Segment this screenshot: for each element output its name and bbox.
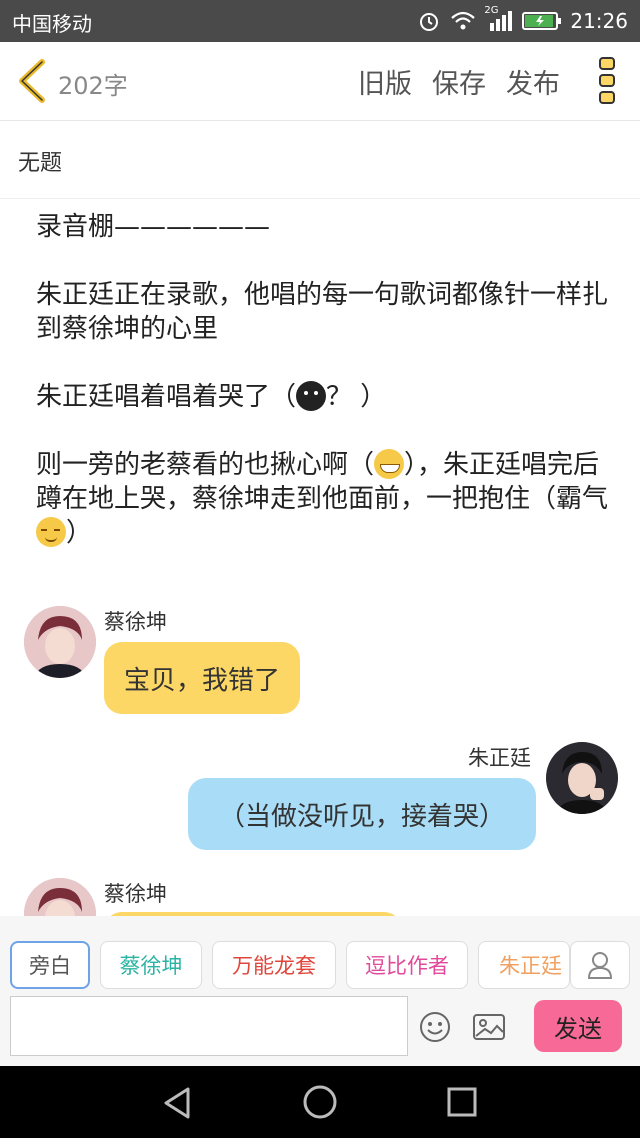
role-label: 万能龙套 — [232, 954, 316, 978]
alarm-icon — [420, 13, 439, 31]
avatar[interactable] — [24, 606, 96, 678]
speaker-name: 蔡徐坤 — [104, 610, 167, 634]
role-label: 蔡徐坤 — [119, 954, 183, 978]
save-button[interactable]: 保存 — [432, 62, 486, 101]
avatar[interactable] — [546, 742, 618, 814]
narration-block: 录音棚—————— 朱正廷正在录歌，他唱的每一句歌词都像针一样扎到蔡徐坤的心里 … — [36, 210, 616, 584]
signal-icon: 2G — [484, 5, 514, 33]
message-bubble[interactable]: （当做没听见，接着哭） — [188, 778, 536, 850]
nav-recent-icon[interactable] — [446, 1086, 478, 1118]
narration-text: ？ ） — [326, 382, 387, 412]
nav-back-icon[interactable] — [162, 1086, 194, 1120]
role-label: 逗比作者 — [365, 954, 449, 978]
send-button[interactable]: 发送 — [534, 1000, 622, 1052]
more-vertical-icon[interactable] — [598, 56, 616, 106]
role-label: 朱正廷 — [499, 954, 562, 978]
role-chip-cai[interactable]: 蔡徐坤 — [100, 941, 202, 989]
status-icons: 2G 21:26 — [416, 5, 628, 36]
nav-home-icon[interactable] — [302, 1084, 338, 1120]
image-icon[interactable] — [472, 1012, 506, 1042]
role-chip-author[interactable]: 逗比作者 — [346, 941, 468, 989]
narration-text: 朱正廷唱着唱着哭了（ — [36, 382, 297, 412]
wifi-icon — [451, 11, 476, 30]
editor-toolbar: 202字 旧版 保存 发布 — [0, 42, 640, 121]
grin-emoji-icon — [374, 449, 405, 479]
narration-paragraph: 录音棚—————— — [36, 212, 271, 242]
speaker-name: 朱正廷 — [468, 746, 531, 770]
role-chip-extra[interactable]: 万能龙套 — [212, 941, 336, 989]
toolbar-actions: 旧版 保存 发布 — [358, 62, 560, 101]
title-row[interactable]: 无题 — [0, 121, 640, 199]
battery-icon — [522, 12, 562, 30]
role-label: 旁白 — [29, 954, 71, 978]
carrier-label: 中国移动 — [12, 12, 92, 36]
story-title[interactable]: 无题 — [18, 145, 62, 177]
narration-paragraph: 则一旁的老蔡看的也揪心啊（ ），朱正廷唱完后蹲在地上哭，蔡徐坤走到他面前，一把抱住… — [36, 448, 616, 550]
system-nav-bar — [0, 1066, 640, 1138]
word-count: 202字 — [58, 72, 128, 100]
narration-text: 则一旁的老蔡看的也揪心啊（ — [36, 450, 375, 480]
old-version-button[interactable]: 旧版 — [358, 62, 412, 101]
narration-text: ） — [66, 518, 93, 548]
composer-panel: 旁白 蔡徐坤 万能龙套 逗比作者 朱正廷 发送 — [0, 916, 640, 1066]
person-icon — [587, 952, 613, 979]
smiley-icon[interactable] — [418, 1010, 452, 1044]
smug-emoji-icon — [36, 517, 66, 547]
narration-paragraph: 朱正廷唱着唱着哭了（ ？ ） — [36, 380, 616, 414]
role-chip-zhu[interactable]: 朱正廷 — [478, 941, 570, 989]
message-bubble[interactable]: 宝贝，我错了 — [104, 642, 301, 714]
publish-button[interactable]: 发布 — [506, 62, 560, 101]
add-role-button[interactable] — [570, 941, 630, 989]
clock: 21:26 — [570, 9, 628, 33]
narration-paragraph: 朱正廷正在录歌，他唱的每一句歌词都像针一样扎到蔡徐坤的心里 — [36, 280, 609, 344]
back-chevron-icon[interactable] — [14, 58, 50, 104]
dark-face-emoji-icon — [296, 381, 327, 411]
speaker-name: 蔡徐坤 — [104, 882, 167, 906]
status-bar: 中国移动 2G 21:26 — [0, 0, 640, 42]
role-chip-narration[interactable]: 旁白 — [10, 941, 90, 989]
message-input[interactable] — [10, 996, 408, 1056]
